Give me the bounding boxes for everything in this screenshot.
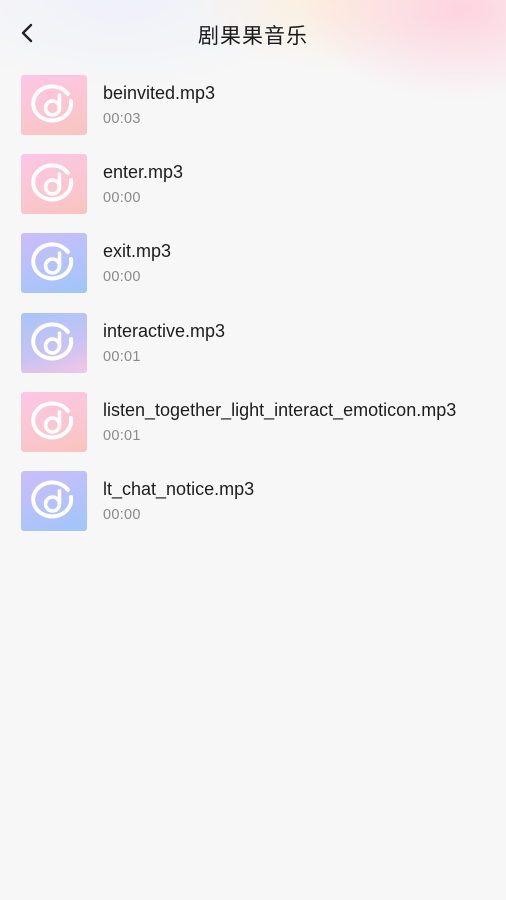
track-row[interactable]: lt_chat_notice.mp3 00:00 [0, 468, 506, 547]
track-row[interactable]: exit.mp3 00:00 [0, 230, 506, 309]
track-thumbnail [21, 233, 87, 294]
track-thumbnail [21, 312, 87, 373]
track-list: beinvited.mp3 00:03 enter.mp3 00:00 exit… [0, 72, 506, 547]
top-bar: 剧果果音乐 [0, 0, 506, 66]
track-name: lt_chat_notice.mp3 [103, 478, 255, 499]
track-duration: 00:01 [103, 427, 141, 444]
music-note-disc-icon [31, 242, 74, 281]
track-duration: 00:00 [103, 190, 141, 207]
track-duration: 00:01 [103, 348, 141, 365]
track-name: listen_together_light_interact_emoticon.… [103, 399, 457, 420]
track-row[interactable]: beinvited.mp3 00:03 [0, 72, 506, 151]
track-row[interactable]: enter.mp3 00:00 [0, 151, 506, 230]
track-duration: 00:00 [103, 269, 141, 286]
track-name: interactive.mp3 [103, 320, 226, 341]
music-note-disc-icon [31, 163, 74, 202]
music-note-disc-icon [31, 322, 74, 360]
track-duration: 00:03 [103, 111, 141, 127]
track-thumbnail [21, 391, 87, 452]
track-thumbnail [21, 154, 87, 215]
page-title: 剧果果音乐 [198, 24, 308, 48]
track-duration: 00:00 [103, 506, 141, 523]
music-note-disc-icon [31, 84, 74, 123]
track-name: beinvited.mp3 [103, 83, 216, 103]
track-thumbnail [21, 75, 87, 135]
track-name: exit.mp3 [103, 241, 172, 262]
music-note-disc-icon [31, 480, 74, 519]
track-row[interactable]: interactive.mp3 00:01 [0, 310, 506, 389]
music-note-disc-icon [31, 401, 74, 440]
track-row[interactable]: listen_together_light_interact_emoticon.… [0, 389, 506, 468]
track-name: enter.mp3 [103, 162, 184, 183]
track-thumbnail [21, 470, 87, 531]
